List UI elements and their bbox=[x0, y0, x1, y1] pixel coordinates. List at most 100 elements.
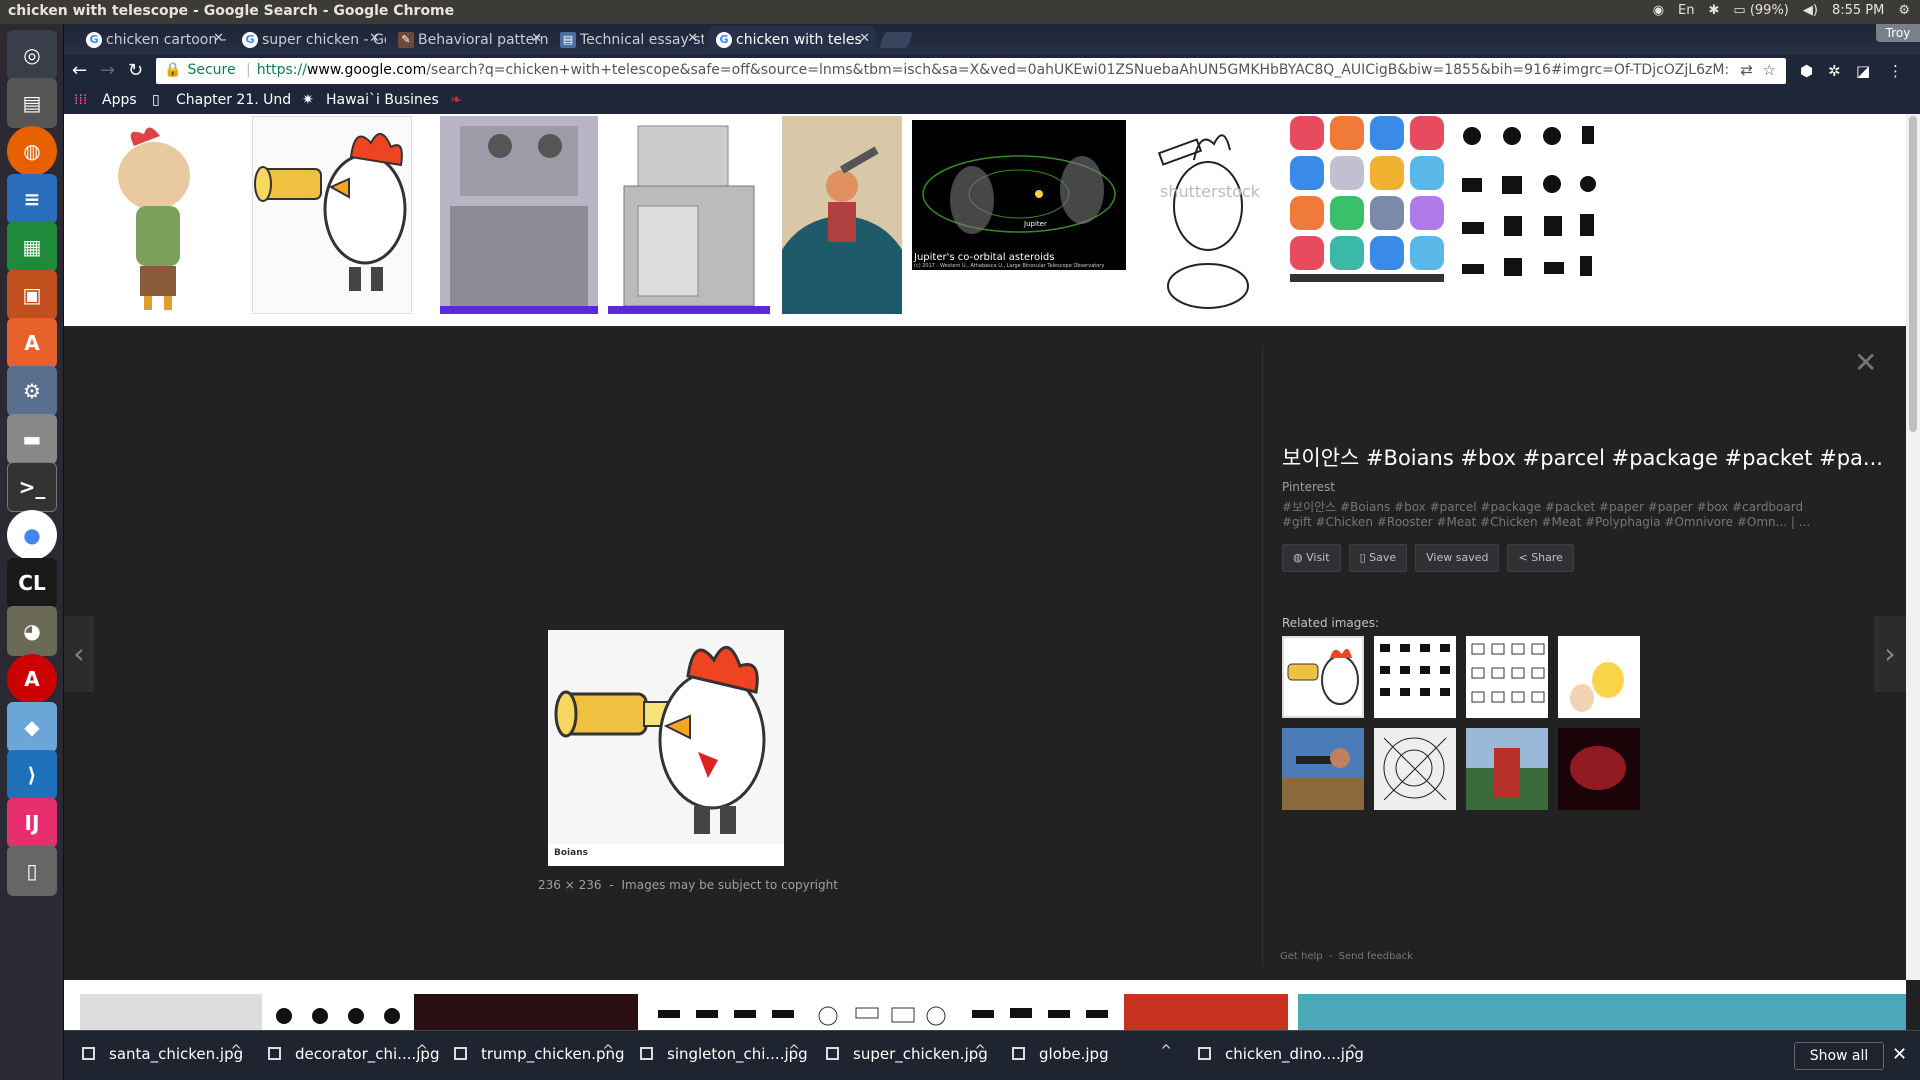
close-icon[interactable]: ✕ bbox=[1854, 346, 1877, 379]
ubuntu-dash-icon[interactable]: ◎ bbox=[7, 30, 57, 80]
calc-icon[interactable]: ▦ bbox=[7, 222, 57, 272]
tab-close-icon[interactable]: ✕ bbox=[369, 31, 380, 46]
reload-icon[interactable]: ↻ bbox=[128, 60, 143, 81]
disk-icon[interactable]: ▬ bbox=[7, 414, 57, 464]
keyboard-layout-icon[interactable]: En bbox=[1678, 3, 1694, 18]
bookmark-star-icon[interactable]: ☆ bbox=[1763, 61, 1776, 79]
result-thumbnail[interactable] bbox=[1456, 116, 1596, 314]
download-item[interactable]: decorator_chi....jpg ^ bbox=[268, 1043, 439, 1069]
chevron-up-icon[interactable]: ^ bbox=[1160, 1043, 1172, 1059]
trash-icon[interactable]: ▯ bbox=[7, 846, 57, 896]
view-saved-button[interactable]: View saved bbox=[1415, 544, 1500, 572]
download-item[interactable]: globe.jpg ^ bbox=[1012, 1043, 1172, 1069]
result-thumbnail[interactable] bbox=[1290, 116, 1444, 314]
back-arrow-icon[interactable]: ← bbox=[72, 60, 87, 81]
bookmark-chapter-21[interactable]: Chapter 21. Und bbox=[176, 92, 291, 108]
send-feedback-link[interactable]: Send feedback bbox=[1339, 951, 1413, 962]
preview-image[interactable]: Boians bbox=[548, 630, 784, 866]
volume-icon[interactable]: ◀) bbox=[1803, 3, 1818, 18]
download-item[interactable]: super_chicken.jpg ^ bbox=[826, 1043, 988, 1069]
virtualbox-icon[interactable]: ◆ bbox=[7, 702, 57, 752]
result-thumbnail[interactable] bbox=[270, 994, 410, 1030]
result-thumbnail[interactable] bbox=[608, 116, 770, 314]
impress-icon[interactable]: ▣ bbox=[7, 270, 57, 320]
settings-gear-icon[interactable]: ⚙ bbox=[1898, 3, 1910, 18]
result-thumbnail[interactable] bbox=[966, 994, 1120, 1030]
result-thumbnail[interactable]: shutterstock bbox=[1150, 116, 1264, 314]
show-all-downloads-button[interactable]: Show all bbox=[1794, 1042, 1884, 1070]
tab-5-active[interactable]: G chicken with teles ✕ bbox=[708, 26, 876, 54]
chevron-up-icon[interactable]: ^ bbox=[230, 1043, 242, 1059]
preview-source[interactable]: Pinterest bbox=[1282, 480, 1842, 494]
forward-arrow-icon[interactable]: → bbox=[100, 60, 115, 81]
related-image[interactable] bbox=[1558, 636, 1640, 718]
result-thumbnail[interactable] bbox=[812, 994, 960, 1030]
wifi-icon[interactable]: ◉ bbox=[1653, 3, 1664, 18]
related-image[interactable] bbox=[1466, 636, 1548, 718]
tab-close-icon[interactable]: ✕ bbox=[859, 31, 870, 46]
extension-shield-icon[interactable]: ⬢ bbox=[1800, 62, 1818, 80]
battery-indicator[interactable]: ▭ (99%) bbox=[1733, 3, 1788, 18]
result-thumbnail[interactable] bbox=[414, 994, 638, 1030]
intellij-icon[interactable]: IJ bbox=[7, 798, 57, 848]
chevron-up-icon[interactable]: ^ bbox=[416, 1043, 428, 1059]
new-tab-button[interactable] bbox=[879, 32, 913, 48]
related-image[interactable] bbox=[1282, 728, 1364, 810]
chevron-up-icon[interactable]: ^ bbox=[1346, 1043, 1358, 1059]
result-thumbnail[interactable]: Jupiter's co-orbital asteroids (c) 2017 … bbox=[912, 120, 1126, 270]
firefox-icon[interactable]: ◍ bbox=[7, 126, 57, 176]
chevron-up-icon[interactable]: ^ bbox=[974, 1043, 986, 1059]
result-thumbnail[interactable] bbox=[84, 116, 218, 314]
copyright-notice[interactable]: Images may be subject to copyright bbox=[622, 878, 838, 892]
bookmark-favicon-icon[interactable]: ❧ bbox=[450, 92, 462, 108]
profile-button[interactable]: Troy bbox=[1876, 24, 1920, 42]
tab-close-icon[interactable]: ✕ bbox=[687, 31, 698, 46]
download-item[interactable]: santa_chicken.jpg ^ bbox=[82, 1043, 243, 1069]
terminal-icon[interactable]: >_ bbox=[7, 462, 57, 512]
related-image[interactable] bbox=[1558, 728, 1640, 810]
chevron-up-icon[interactable]: ^ bbox=[602, 1043, 614, 1059]
save-button[interactable]: ▯ Save bbox=[1348, 544, 1408, 572]
clion-icon[interactable]: CL bbox=[7, 558, 57, 608]
app-a-icon[interactable]: A bbox=[7, 654, 57, 704]
clock[interactable]: 8:55 PM bbox=[1832, 3, 1884, 18]
share-button[interactable]: < Share bbox=[1507, 544, 1574, 572]
chrome-icon[interactable]: ● bbox=[7, 510, 57, 560]
tab-2[interactable]: G super chicken - Goo ✕ bbox=[234, 26, 386, 54]
tab-close-icon[interactable]: ✕ bbox=[531, 31, 542, 46]
get-help-link[interactable]: Get help bbox=[1280, 951, 1323, 962]
address-bar[interactable]: 🔒 Secure | https://www.google.com/search?q… bbox=[156, 58, 1786, 84]
software-center-icon[interactable]: A bbox=[7, 318, 57, 368]
files-icon[interactable]: ▤ bbox=[7, 78, 57, 128]
bluetooth-icon[interactable]: ✱ bbox=[1709, 3, 1720, 18]
result-thumbnail[interactable] bbox=[1298, 994, 1906, 1030]
tab-3[interactable]: ✎ Behavioral patterns ✕ bbox=[390, 26, 548, 54]
related-image[interactable] bbox=[1374, 728, 1456, 810]
previous-image-chevron-icon[interactable]: ‹ bbox=[64, 616, 94, 692]
download-item[interactable]: chicken_dino....jpg ^ bbox=[1198, 1043, 1364, 1069]
system-tray[interactable]: ◉ En ✱ ▭ (99%) ◀) 8:55 PM ⚙ bbox=[1653, 3, 1910, 18]
bookmark-hawaii-business[interactable]: Hawai`i Busines bbox=[326, 92, 439, 108]
vscode-icon[interactable]: ⟩ bbox=[7, 750, 57, 800]
system-settings-icon[interactable]: ⚙ bbox=[7, 366, 57, 416]
menu-kebab-icon[interactable]: ⋮ bbox=[1888, 62, 1906, 80]
download-item[interactable]: trump_chicken.png ^ bbox=[454, 1043, 625, 1069]
close-shelf-icon[interactable]: ✕ bbox=[1892, 1044, 1907, 1065]
preview-title[interactable]: 보이안스 #Boians #box #parcel #package #pack… bbox=[1282, 442, 1883, 472]
next-image-chevron-icon[interactable]: › bbox=[1874, 616, 1906, 692]
result-thumbnail[interactable] bbox=[652, 994, 806, 1030]
bookmark-apps[interactable]: Apps bbox=[102, 92, 137, 108]
apps-grid-icon[interactable]: ⁞⁞⁞ bbox=[74, 92, 87, 108]
gimp-icon[interactable]: ◕ bbox=[7, 606, 57, 656]
download-item[interactable]: singleton_chi....jpg ^ bbox=[640, 1043, 808, 1069]
page-scrollbar[interactable] bbox=[1906, 114, 1920, 980]
scrollbar-thumb[interactable] bbox=[1909, 116, 1917, 432]
translate-icon[interactable]: ⇄ bbox=[1740, 61, 1753, 79]
chevron-up-icon[interactable]: ^ bbox=[788, 1043, 800, 1059]
result-thumbnail[interactable] bbox=[80, 994, 262, 1030]
extension-gear-icon[interactable]: ✲ bbox=[1828, 62, 1846, 80]
result-thumbnail-selected[interactable] bbox=[252, 116, 412, 314]
related-image[interactable] bbox=[1466, 728, 1548, 810]
result-thumbnail[interactable] bbox=[1124, 994, 1288, 1030]
tab-4[interactable]: ▤ Technical essay sty ✕ bbox=[552, 26, 704, 54]
